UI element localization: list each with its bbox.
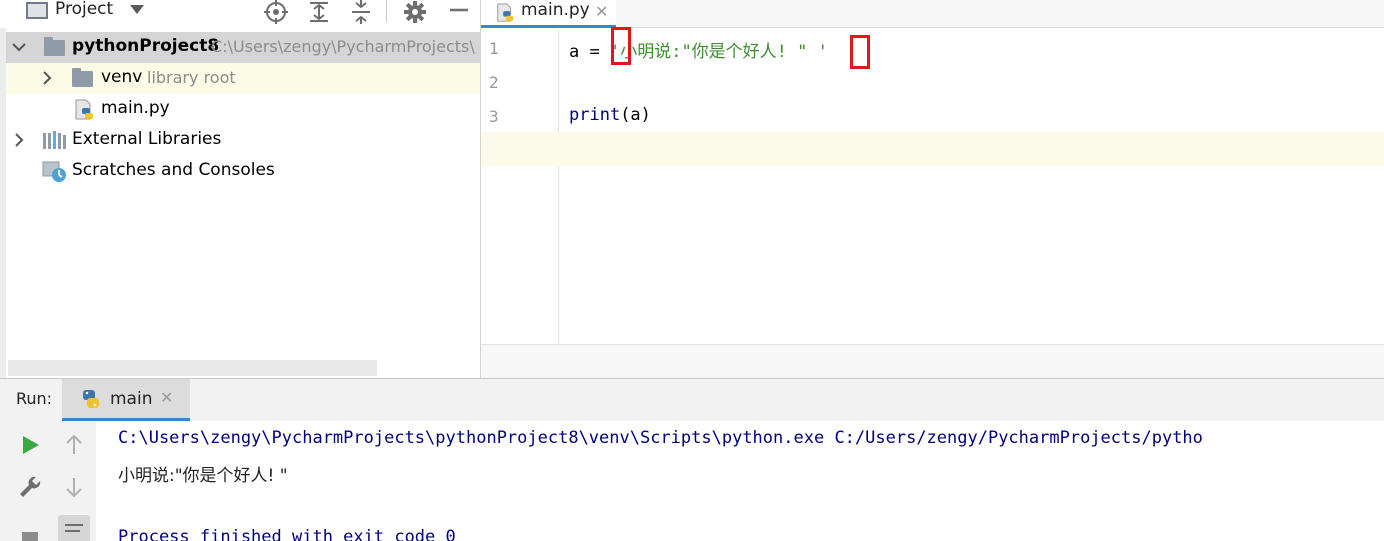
- tree-item-label: Scratches and Consoles: [72, 160, 275, 180]
- close-icon[interactable]: ✕: [595, 2, 608, 21]
- hide-icon[interactable]: [447, 0, 471, 24]
- line-number: 1: [489, 39, 499, 58]
- python-icon: [83, 390, 99, 408]
- toolbar-separator: [386, 0, 387, 22]
- project-panel-title[interactable]: Project: [55, 0, 113, 19]
- run-icon[interactable]: [16, 431, 44, 459]
- line-number: 3: [489, 107, 499, 126]
- tree-item-external-libraries[interactable]: External Libraries: [6, 125, 480, 156]
- highlight-box-open-quote: [611, 27, 631, 65]
- tree-item-pythonproject8[interactable]: pythonProject8 C:\Users\zengy\PycharmPro…: [6, 32, 480, 63]
- code-area[interactable]: a = '小明说:"你是个好人! " ' print(a): [481, 27, 1384, 344]
- tree-item-label: venv: [101, 67, 143, 87]
- folder-icon: [72, 68, 93, 87]
- run-panel-title: Run:: [16, 389, 53, 408]
- horizontal-scrollbar[interactable]: [8, 360, 377, 376]
- tree-item-label: pythonProject8: [72, 36, 220, 56]
- code-line-1[interactable]: a = '小明说:"你是个好人! " ': [569, 37, 828, 62]
- tab-label: main.py: [521, 0, 590, 20]
- run-tab-label: main: [110, 389, 153, 409]
- expand-all-icon[interactable]: [307, 0, 331, 24]
- print-keyword: print: [569, 105, 621, 125]
- tab-main-py[interactable]: main.py ✕: [481, 0, 616, 28]
- line-number-gutter: 1 2 3 4: [481, 30, 559, 344]
- tree-item-venv[interactable]: venv library root: [6, 63, 480, 94]
- close-icon[interactable]: ✕: [160, 388, 173, 407]
- tree-item-main-py[interactable]: main.py: [6, 94, 480, 125]
- line-number: 2: [489, 73, 499, 92]
- string-close-quote: ': [817, 42, 828, 62]
- run-toolbar-left: [8, 421, 56, 541]
- tree-item-label: External Libraries: [72, 129, 222, 149]
- chevron-down-icon[interactable]: [12, 40, 26, 54]
- libraries-icon: [43, 131, 66, 149]
- locate-icon[interactable]: [264, 0, 288, 24]
- tree-item-path-hint: C:\Users\zengy\PycharmProjects\: [211, 37, 475, 56]
- console-output[interactable]: C:\Users\zengy\PycharmProjects\pythonPro…: [96, 421, 1384, 541]
- project-view-icon: [26, 2, 48, 19]
- run-tab-main[interactable]: main ✕: [62, 379, 190, 421]
- editor-bottom-area: [481, 344, 1384, 378]
- run-panel: Run: main ✕ C:\Users\zengy\PycharmProjec…: [0, 378, 1384, 541]
- up-arrow-icon[interactable]: [60, 431, 88, 459]
- code-variable: a =: [569, 42, 610, 62]
- current-line-highlight: [481, 132, 1384, 166]
- project-toolbar: Project: [0, 0, 480, 28]
- console-line-exit: Process finished with exit code 0: [118, 527, 456, 541]
- chevron-right-icon[interactable]: [40, 71, 54, 85]
- wrench-icon[interactable]: [16, 473, 44, 501]
- folder-icon: [44, 37, 65, 56]
- python-file-icon: [497, 3, 514, 22]
- console-line-output: 小明说:"你是个好人! ": [118, 466, 288, 486]
- scratches-icon: [42, 161, 66, 182]
- editor-tab-bar: main.py ✕: [481, 0, 1384, 28]
- highlight-box-close-quote: [850, 35, 870, 69]
- editor: main.py ✕ 1 2 3 4 a = '小明说:"你是个好人! " ' p…: [481, 0, 1384, 378]
- tree-item-library-root-hint: library root: [147, 68, 236, 87]
- python-file-icon: [75, 99, 93, 120]
- collapse-all-icon[interactable]: [349, 0, 373, 24]
- settings-icon[interactable]: [403, 0, 427, 24]
- code-line-3[interactable]: print(a): [569, 105, 651, 125]
- dropdown-icon[interactable]: [130, 5, 144, 14]
- tree-item-label: main.py: [101, 98, 170, 118]
- string-literal: 小明说:"你是个好人! ": [620, 42, 818, 62]
- chevron-right-icon[interactable]: [12, 133, 26, 147]
- tree-item-scratches[interactable]: Scratches and Consoles: [6, 156, 480, 187]
- print-args: (a): [620, 105, 651, 125]
- run-toolbar-right: [52, 421, 100, 541]
- down-arrow-icon[interactable]: [60, 473, 88, 501]
- console-line-command: C:\Users\zengy\PycharmProjects\pythonPro…: [118, 428, 1203, 448]
- soft-wrap-icon[interactable]: [58, 515, 90, 541]
- project-panel: Project pythonProject8 C:\Users\zengy\Py…: [0, 0, 480, 378]
- stop-icon[interactable]: [16, 524, 44, 541]
